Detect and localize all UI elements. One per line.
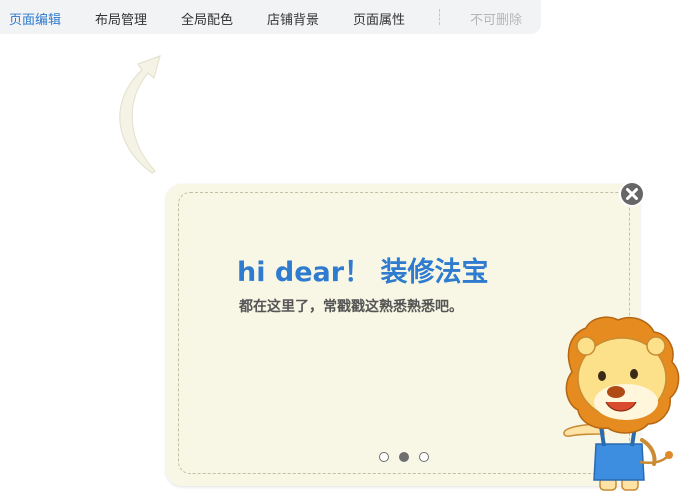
pager-dot-3[interactable] (419, 452, 429, 462)
pager-dot-2[interactable] (399, 452, 409, 462)
editor-tab-bar: 页面编辑 布局管理 全局配色 店铺背景 页面属性 不可删除 (0, 0, 541, 34)
pager-dot-1[interactable] (379, 452, 389, 462)
tab-layout-manage[interactable]: 布局管理 (95, 9, 147, 28)
tab-cannot-delete: 不可删除 (470, 13, 523, 28)
tip-subtitle: 都在这里了，常戳戳这熟悉熟悉吧。 (239, 299, 463, 315)
tip-title: hi dear！ 装修法宝 (237, 257, 489, 288)
tab-page-edit[interactable]: 页面编辑 (9, 9, 61, 28)
page: 页面编辑 布局管理 全局配色 店铺背景 页面属性 不可删除 hi dear！ 装… (0, 0, 698, 494)
tab-divider (439, 9, 440, 25)
tab-global-colors[interactable]: 全局配色 (181, 9, 233, 28)
lion-mascot (563, 316, 680, 491)
tab-shop-background[interactable]: 店铺背景 (267, 9, 319, 28)
tab-page-properties[interactable]: 页面属性 (353, 9, 405, 28)
curved-arrow-icon (119, 55, 161, 174)
close-icon[interactable] (618, 180, 646, 208)
